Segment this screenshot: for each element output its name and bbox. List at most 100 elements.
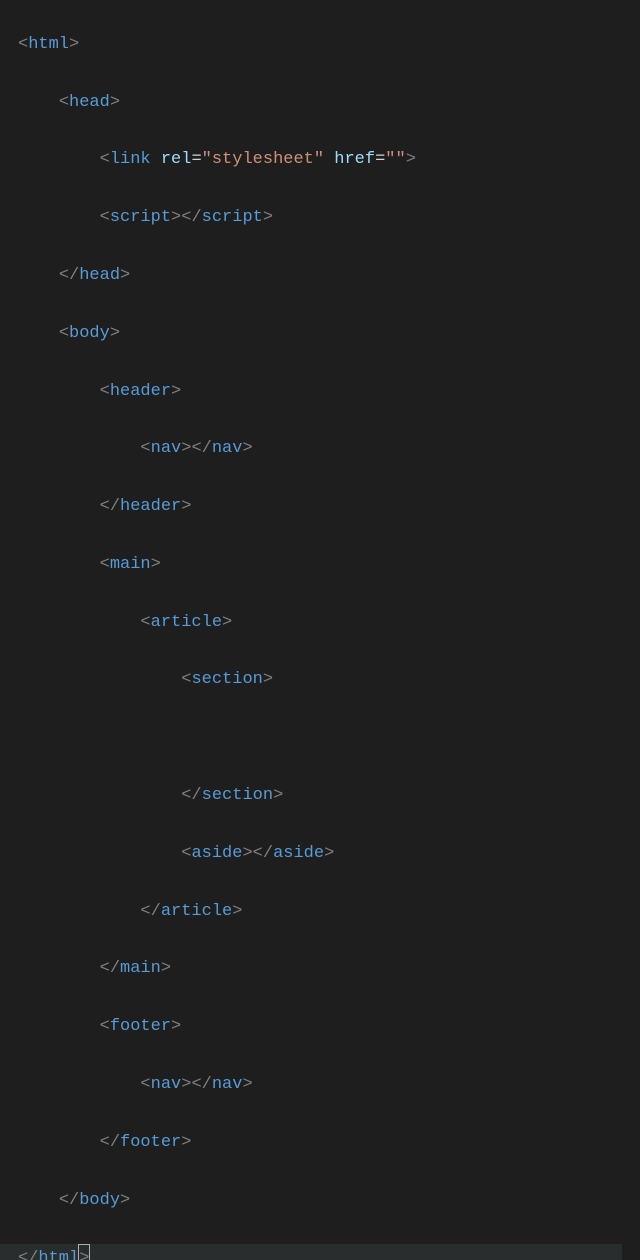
tag-section: section — [202, 786, 273, 805]
tag-nav: nav — [151, 1075, 182, 1094]
bracket-slash-open: </ — [100, 497, 120, 516]
code-line[interactable]: <footer> — [18, 1013, 640, 1042]
bracket-open: < — [140, 613, 150, 632]
bracket-close: > — [242, 844, 252, 863]
tag-header: header — [110, 382, 171, 401]
code-line[interactable]: <link rel="stylesheet" href=""> — [18, 146, 640, 175]
tag-head: head — [79, 266, 120, 285]
bracket-open: < — [140, 1075, 150, 1094]
bracket-close: > — [273, 786, 283, 805]
bracket-open: < — [59, 324, 69, 343]
tag-main: main — [120, 959, 161, 978]
bracket-close: > — [110, 93, 120, 112]
bracket-close: > — [120, 1191, 130, 1210]
bracket-close: > — [324, 844, 334, 863]
bracket-close: > — [406, 150, 416, 169]
bracket-close: > — [79, 1249, 89, 1260]
active-line[interactable]: </html> — [0, 1244, 622, 1260]
bracket-close: > — [242, 1075, 252, 1094]
tag-footer: footer — [120, 1133, 181, 1152]
code-line[interactable]: <nav></nav> — [18, 1071, 640, 1100]
tag-body: body — [69, 324, 110, 343]
bracket-slash-open: </ — [100, 959, 120, 978]
equals: = — [375, 150, 385, 169]
bracket-open: < — [140, 439, 150, 458]
bracket-close: > — [242, 439, 252, 458]
bracket-close: > — [161, 959, 171, 978]
tag-aside: aside — [191, 844, 242, 863]
tag-aside: aside — [273, 844, 324, 863]
bracket-close: > — [263, 208, 273, 227]
bracket-slash-open: </ — [191, 1075, 211, 1094]
bracket-slash-open: </ — [253, 844, 273, 863]
bracket-slash-open: </ — [140, 902, 160, 921]
code-line[interactable]: </main> — [18, 955, 640, 984]
cursor: > — [78, 1244, 90, 1260]
bracket-open: < — [181, 844, 191, 863]
code-line[interactable] — [18, 724, 640, 753]
code-line[interactable]: </head> — [18, 262, 640, 291]
bracket-slash-open: </ — [18, 1249, 38, 1260]
code-line[interactable]: </article> — [18, 898, 640, 927]
code-line[interactable]: <nav></nav> — [18, 435, 640, 464]
bracket-open: < — [100, 382, 110, 401]
code-line[interactable]: <article> — [18, 609, 640, 638]
bracket-close: > — [181, 497, 191, 516]
tag-link: link — [110, 150, 151, 169]
code-line[interactable]: <html> — [18, 31, 640, 60]
bracket-open: < — [100, 1017, 110, 1036]
tag-body: body — [79, 1191, 120, 1210]
bracket-close: > — [171, 208, 181, 227]
bracket-close: > — [181, 1075, 191, 1094]
bracket-close: > — [69, 35, 79, 54]
tag-html: html — [28, 35, 69, 54]
attr-value-stylesheet: "stylesheet" — [202, 150, 324, 169]
code-line[interactable]: </section> — [18, 782, 640, 811]
bracket-open: < — [100, 208, 110, 227]
bracket-open: < — [100, 150, 110, 169]
code-line[interactable]: <aside></aside> — [18, 840, 640, 869]
bracket-close: > — [120, 266, 130, 285]
bracket-slash-open: </ — [181, 208, 201, 227]
tag-html: html — [38, 1249, 79, 1260]
bracket-close: > — [181, 1133, 191, 1152]
bracket-close: > — [263, 670, 273, 689]
tag-nav: nav — [151, 439, 182, 458]
bracket-close: > — [232, 902, 242, 921]
code-editor[interactable]: <html> <head> <link rel="stylesheet" hre… — [0, 2, 640, 1260]
code-line[interactable]: </body> — [18, 1187, 640, 1216]
tag-main: main — [110, 555, 151, 574]
bracket-close: > — [222, 613, 232, 632]
bracket-slash-open: </ — [100, 1133, 120, 1152]
code-line[interactable]: <section> — [18, 666, 640, 695]
attr-href: href — [334, 150, 375, 169]
code-line[interactable]: <head> — [18, 89, 640, 118]
bracket-close: > — [171, 1017, 181, 1036]
attr-value-empty: "" — [385, 150, 405, 169]
bracket-slash-open: </ — [181, 786, 201, 805]
tag-nav: nav — [212, 439, 243, 458]
tag-footer: footer — [110, 1017, 171, 1036]
bracket-close: > — [151, 555, 161, 574]
tag-head: head — [69, 93, 110, 112]
code-line[interactable]: <main> — [18, 551, 640, 580]
code-line[interactable]: </footer> — [18, 1129, 640, 1158]
tag-script: script — [202, 208, 263, 227]
bracket-close: > — [110, 324, 120, 343]
tag-header: header — [120, 497, 181, 516]
code-line[interactable]: <script></script> — [18, 204, 640, 233]
tag-section: section — [191, 670, 262, 689]
tag-article: article — [161, 902, 232, 921]
bracket-slash-open: </ — [59, 1191, 79, 1210]
attr-rel: rel — [161, 150, 192, 169]
tag-article: article — [151, 613, 222, 632]
bracket-open: < — [181, 670, 191, 689]
equals: = — [191, 150, 201, 169]
bracket-close: > — [181, 439, 191, 458]
bracket-open: < — [18, 35, 28, 54]
code-line[interactable]: <header> — [18, 378, 640, 407]
code-line[interactable]: </header> — [18, 493, 640, 522]
tag-nav: nav — [212, 1075, 243, 1094]
code-line[interactable]: <body> — [18, 320, 640, 349]
tag-script: script — [110, 208, 171, 227]
